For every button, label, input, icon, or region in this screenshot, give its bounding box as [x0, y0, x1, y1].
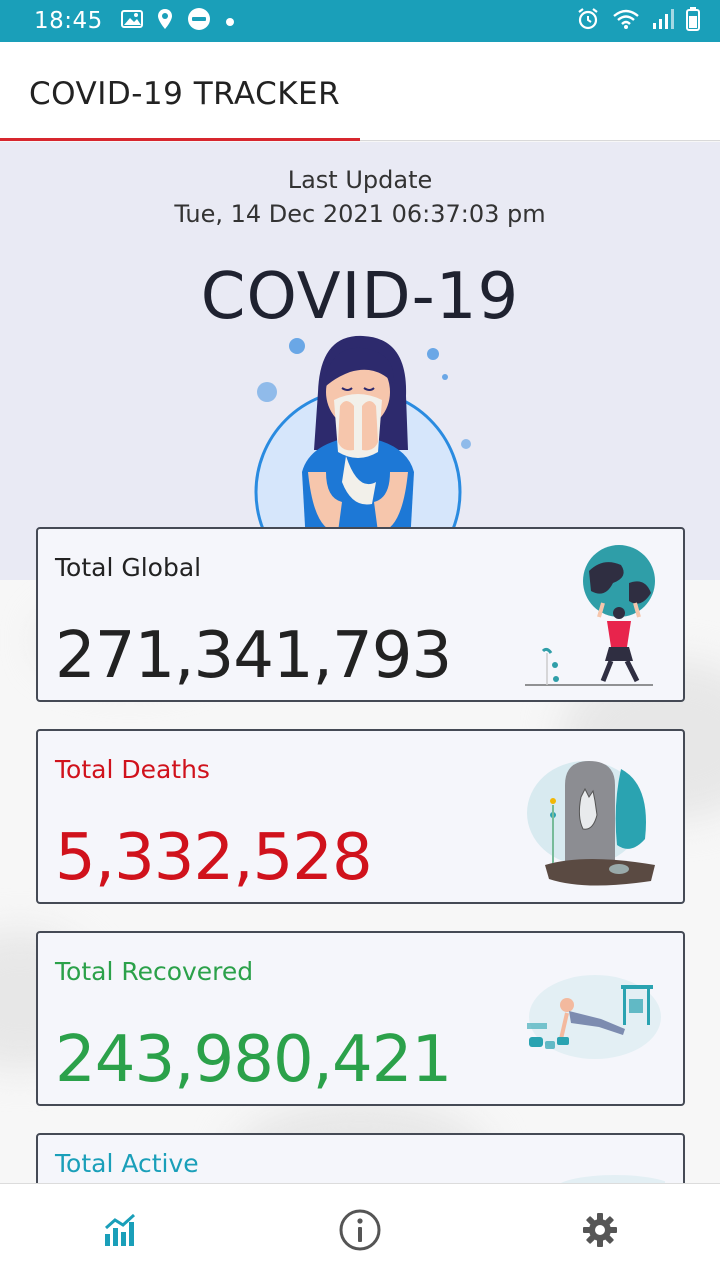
pushup-exercise-illustration — [525, 947, 665, 1093]
card-label: Total Recovered — [55, 957, 254, 986]
wifi-icon — [612, 8, 640, 34]
hero-title: COVID-19 — [200, 260, 520, 334]
nav-info[interactable] — [240, 1184, 480, 1280]
battery-icon — [686, 7, 700, 35]
screen: 18:45 COVID-19 TRACKER Last Update Tue, … — [0, 0, 720, 1280]
card-value: 243,980,421 — [55, 1023, 452, 1097]
stat-card-global[interactable]: Total Global 271,341,793 — [36, 527, 685, 702]
status-time: 18:45 — [34, 8, 103, 34]
card-value: 5,332,528 — [55, 821, 373, 895]
info-icon — [338, 1208, 382, 1256]
status-bar: 18:45 — [0, 0, 720, 42]
bottom-navigation — [0, 1183, 720, 1280]
dot-icon — [225, 12, 235, 31]
location-pin-icon — [157, 8, 173, 34]
app-bar: COVID-19 TRACKER — [0, 42, 720, 141]
card-label: Total Deaths — [55, 755, 210, 784]
tab-indicator — [0, 138, 360, 141]
bar-chart-icon — [103, 1213, 137, 1250]
tombstone-hand-illustration — [525, 745, 665, 891]
stat-card-recovered[interactable]: Total Recovered 243,980,421 — [36, 931, 685, 1106]
alarm-icon — [576, 7, 600, 35]
last-update-label: Last Update — [287, 166, 433, 194]
status-notification-icons — [120, 7, 235, 35]
person-holding-globe-illustration — [525, 543, 665, 689]
signal-icon — [652, 8, 674, 34]
last-update-value: Tue, 14 Dec 2021 06:37:03 pm — [174, 200, 546, 228]
card-label: Total Active — [55, 1149, 199, 1178]
card-value: 271,341,793 — [55, 619, 452, 693]
gear-icon — [582, 1212, 618, 1252]
image-icon — [120, 9, 143, 33]
card-label: Total Global — [55, 553, 202, 582]
stat-card-deaths[interactable]: Total Deaths 5,332,528 — [36, 729, 685, 904]
app-badge-icon — [187, 7, 211, 35]
nav-stats[interactable] — [0, 1184, 240, 1280]
nav-settings[interactable] — [480, 1184, 720, 1280]
hero-section: Last Update Tue, 14 Dec 2021 06:37:03 pm… — [0, 142, 720, 596]
app-title: COVID-19 TRACKER — [29, 76, 341, 112]
status-system-icons — [576, 7, 700, 35]
